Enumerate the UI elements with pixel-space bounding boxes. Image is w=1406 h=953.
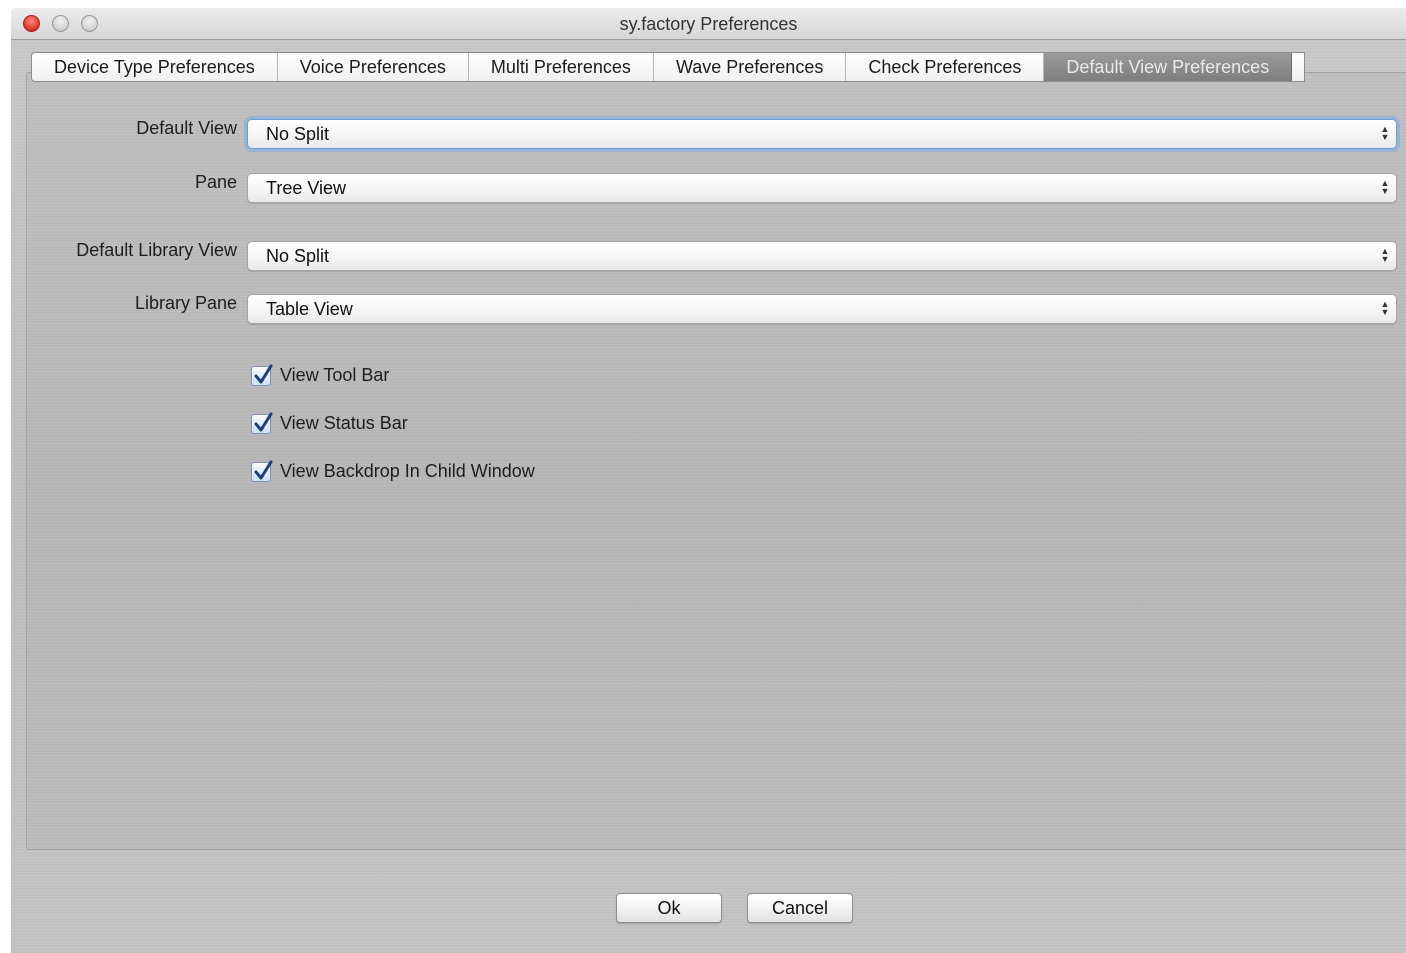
- view-backdrop-option[interactable]: View Backdrop In Child Window: [251, 460, 535, 482]
- tab-bar: Device Type Preferences Voice Preference…: [31, 52, 1306, 82]
- tab-voice-preferences[interactable]: Voice Preferences: [278, 53, 469, 81]
- view-tool-bar-option[interactable]: View Tool Bar: [251, 364, 389, 386]
- pane-value: Tree View: [266, 178, 347, 198]
- default-library-view-select[interactable]: No Split ▲ ▼: [247, 241, 1397, 271]
- pane-label: Pane: [194, 172, 237, 192]
- view-backdrop-checkbox[interactable]: [251, 460, 273, 482]
- view-status-bar-option[interactable]: View Status Bar: [251, 412, 408, 434]
- tab-check-preferences[interactable]: Check Preferences: [846, 53, 1045, 81]
- up-down-arrows-icon: ▲ ▼: [1380, 178, 1390, 196]
- tab-device-type-preferences[interactable]: Device Type Preferences: [32, 53, 278, 81]
- view-tool-bar-label[interactable]: View Tool Bar: [280, 365, 389, 386]
- cancel-button[interactable]: Cancel: [747, 893, 853, 923]
- up-down-arrows-icon: ▲ ▼: [1380, 299, 1390, 317]
- view-backdrop-label[interactable]: View Backdrop In Child Window: [280, 461, 535, 482]
- view-tool-bar-checkbox[interactable]: [251, 364, 273, 386]
- ok-button[interactable]: Ok: [616, 893, 722, 923]
- pane-select[interactable]: Tree View ▲ ▼: [247, 173, 1397, 203]
- library-pane-select[interactable]: Table View ▲ ▼: [247, 294, 1397, 324]
- up-down-arrows-icon: ▲ ▼: [1380, 246, 1390, 264]
- default-view-label: Default View: [136, 118, 237, 138]
- tab-wave-preferences[interactable]: Wave Preferences: [654, 53, 847, 81]
- tab-default-view-preferences[interactable]: Default View Preferences: [1044, 53, 1293, 81]
- default-view-select[interactable]: No Split ▲ ▼: [247, 119, 1397, 149]
- tab-overflow[interactable]: [1292, 53, 1304, 81]
- library-pane-label: Library Pane: [134, 293, 237, 313]
- window-title: sy.factory Preferences: [619, 14, 798, 34]
- up-down-arrows-icon: ▲ ▼: [1380, 124, 1390, 142]
- library-pane-value: Table View: [266, 299, 353, 319]
- default-view-value: No Split: [266, 124, 330, 144]
- default-library-view-value: No Split: [266, 246, 330, 266]
- tab-multi-preferences[interactable]: Multi Preferences: [469, 53, 654, 81]
- view-status-bar-checkbox[interactable]: [251, 412, 273, 434]
- title-bar[interactable]: sy.factory Preferences: [11, 8, 1406, 40]
- view-status-bar-label[interactable]: View Status Bar: [280, 413, 408, 434]
- default-library-view-label: Default Library View: [76, 240, 237, 260]
